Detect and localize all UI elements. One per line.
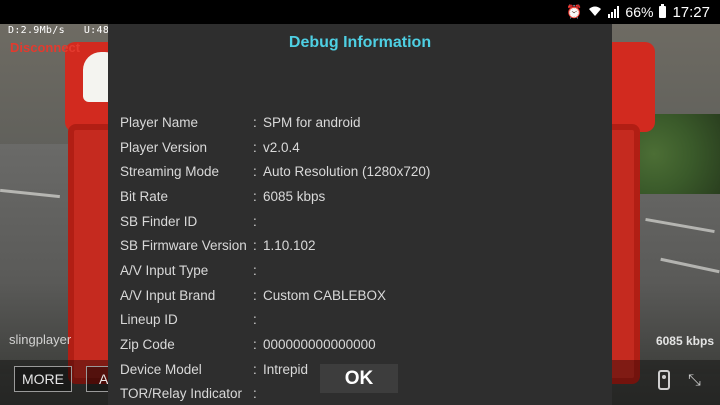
dialog-title: Debug Information — [288, 34, 432, 51]
slingplayer-logo: slingplayer — [9, 332, 72, 347]
bitrate-overlay: 6085 kbps — [655, 334, 714, 348]
ok-button[interactable]: OK — [320, 364, 398, 393]
debug-info-value: 1.10.102 — [263, 238, 316, 254]
debug-info-separator: : — [253, 188, 257, 204]
debug-info-label: Streaming Mode — [120, 164, 220, 180]
debug-info-row: Lineup ID: — [120, 308, 600, 333]
debug-info-label: Device Model — [120, 361, 202, 377]
debug-info-row: SB Firmware Version:1.10.102 — [120, 233, 600, 258]
debug-dialog: Debug Information Player Name: SPM for an… — [108, 24, 612, 405]
debug-info-separator: : — [253, 337, 257, 353]
debug-info-value: 000000000000000 — [263, 337, 376, 353]
debug-info-value: Intrepid — [263, 361, 309, 377]
debug-info-row: A/V Input Type: — [120, 258, 600, 283]
debug-info-value: Auto Resolution (1280x720) — [263, 164, 431, 180]
debug-info-separator: : — [253, 139, 257, 155]
debug-info-separator: : — [253, 164, 257, 180]
debug-info-separator: : — [253, 114, 257, 130]
exit-fullscreen-icon[interactable]: ⤡ — [688, 372, 701, 390]
status-bar: ⏰ 66% 17:27 — [0, 0, 720, 24]
debug-info-row: Zip Code:000000000000000 — [120, 332, 600, 357]
download-rate: D:2.9Mb/s — [8, 25, 65, 36]
debug-info-row: SB Finder ID: — [120, 209, 600, 234]
debug-info-value: SPM for android — [263, 114, 361, 130]
debug-info-label: A/V Input Type — [120, 262, 209, 278]
debug-info-separator: : — [253, 312, 257, 328]
debug-info-separator: : — [253, 287, 257, 303]
debug-info-row: A/V Input Brand: Custom CABLEBOX — [120, 283, 600, 308]
debug-info-label: Player Name — [120, 114, 199, 130]
debug-info-label: TOR/Relay Indicator — [120, 386, 243, 402]
more-button[interactable]: MORE — [14, 366, 72, 392]
debug-info-label: Zip Code — [120, 337, 175, 353]
wifi-icon — [588, 5, 602, 20]
debug-info-row: Bit Rate:6085 kbps — [120, 184, 600, 209]
debug-info-separator: : — [253, 386, 257, 402]
battery-icon — [659, 4, 667, 18]
debug-info-value: v2.0.4 — [263, 139, 300, 155]
debug-info-value: 6085 kbps — [263, 188, 326, 204]
debug-info-label: SB Firmware Version — [120, 238, 247, 254]
debug-info-label: Player Version — [120, 139, 208, 155]
battery-percent: 66% — [625, 4, 654, 20]
debug-info-separator: : — [253, 238, 257, 254]
debug-info-separator: : — [253, 262, 257, 278]
control-button-partial[interactable]: A — [86, 366, 110, 392]
debug-info-value: Custom CABLEBOX — [263, 287, 387, 303]
debug-info-label: Bit Rate — [120, 188, 169, 204]
debug-info-list: Player Name: SPM for android Player Versio… — [120, 110, 600, 405]
debug-info-row: Player Version: v2.0.4 — [120, 135, 600, 160]
disconnect-button[interactable]: Disconnect — [10, 40, 80, 55]
debug-info-label: Lineup ID — [120, 312, 178, 328]
debug-info-row: Streaming Mode: Auto Resolution (1280x720… — [120, 159, 600, 184]
signal-icon — [608, 6, 620, 18]
debug-info-separator: : — [253, 213, 257, 229]
remote-icon[interactable] — [658, 370, 670, 390]
clock: 17:27 — [672, 3, 710, 21]
debug-info-row: Player Name: SPM for android — [120, 110, 600, 135]
debug-info-separator: : — [253, 361, 257, 377]
debug-info-label: SB Finder ID — [120, 213, 198, 229]
debug-info-label: A/V Input Brand — [120, 287, 216, 303]
alarm-icon: ⏰ — [566, 4, 583, 19]
